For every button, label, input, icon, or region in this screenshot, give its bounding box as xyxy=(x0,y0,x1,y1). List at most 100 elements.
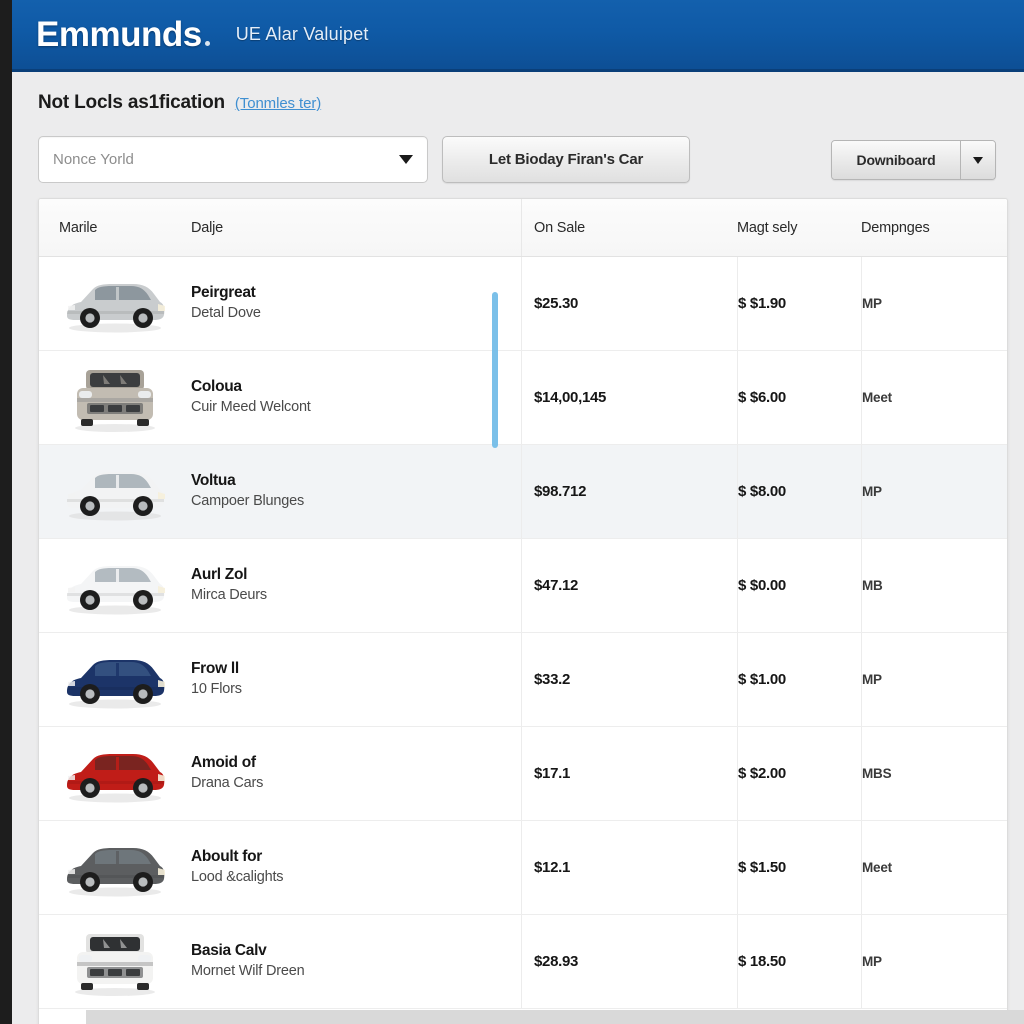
magt-sely-cell: $ $0.00 xyxy=(737,539,861,632)
download-dropdown-toggle[interactable] xyxy=(960,141,995,179)
brand-logo-text: Emmunds xyxy=(36,15,202,54)
vehicle-name-cell[interactable]: Aboult for Lood &calights xyxy=(191,821,521,914)
page-heading: Not Locls as1fication (Tonmles ter) xyxy=(38,92,321,114)
dempnges-cell: MP xyxy=(861,633,1007,726)
download-button-label[interactable]: Downiboard xyxy=(832,141,960,179)
dempnges-cell: MP xyxy=(861,915,1007,1008)
vehicle-name-cell[interactable]: Voltua Campoer Blunges xyxy=(191,445,521,538)
vehicle-detail: Detal Dove xyxy=(191,305,261,322)
table-row[interactable]: Coloua Cuir Meed Welcont $14,00,145 $ $6.00… xyxy=(39,351,1007,445)
vehicle-detail: Cuir Meed Welcont xyxy=(191,399,311,416)
vehicle-name-cell[interactable]: Coloua Cuir Meed Welcont xyxy=(191,351,521,444)
app-window: Emmunds UE Alar Valuipet Not Locls as1fi… xyxy=(0,0,1024,1024)
find-car-button[interactable]: Let Bioday Firan's Car xyxy=(442,136,690,183)
column-header-dempnges[interactable]: Dempnges xyxy=(861,199,1007,256)
vehicle-detail: Campoer Blunges xyxy=(191,493,305,510)
table-body: Peirgreat Detal Dove $25.30 $ $1.90 MP Colou… xyxy=(39,257,1007,1009)
table-row[interactable]: Peirgreat Detal Dove $25.30 $ $1.90 MP xyxy=(39,257,1007,351)
vehicle-name-cell[interactable]: Frow ll 10 Flors xyxy=(191,633,521,726)
vehicle-name-cell[interactable]: Aurl Zol Mirca Deurs xyxy=(191,539,521,632)
vehicle-name-cell[interactable]: Basia Calv Mornet Wilf Dreen xyxy=(191,915,521,1008)
on-sale-cell: $25.30 xyxy=(521,257,737,350)
vehicle-thumbnail-white-sedan-side-icon xyxy=(59,456,171,528)
magt-sely-value: $ $1.50 xyxy=(738,859,786,876)
vehicle-thumbnail-cell[interactable] xyxy=(39,257,191,350)
vehicle-name: Aurl Zol xyxy=(191,566,248,584)
vehicle-thumbnail-cell[interactable] xyxy=(39,445,191,538)
vehicle-name: Frow ll xyxy=(191,660,239,678)
vehicle-thumbnail-red-sedan-front-icon xyxy=(59,738,171,810)
vehicle-thumbnail-cell[interactable] xyxy=(39,539,191,632)
page-title-link[interactable]: (Tonmles ter) xyxy=(235,95,321,112)
dempnges-cell: MB xyxy=(861,539,1007,632)
location-select[interactable]: Nonce Yorld xyxy=(38,136,428,183)
controls-row: Nonce Yorld Let Bioday Firan's Car Downi… xyxy=(38,136,996,184)
table-header-row: Marile Dalje On Sale Magt sely Dempnges xyxy=(39,199,1007,257)
panel-bottom-shadow xyxy=(86,1010,1024,1024)
vehicle-thumbnail-white-suv-front-icon xyxy=(59,926,171,998)
table-row[interactable]: Amoid of Drana Cars $17.1 $ $2.00 MBS xyxy=(39,727,1007,821)
vehicle-detail: Lood &calights xyxy=(191,869,284,886)
magt-sely-value: $ $1.90 xyxy=(738,295,786,312)
brand-logo[interactable]: Emmunds xyxy=(36,17,210,52)
vertical-scrollbar-thumb[interactable] xyxy=(492,292,498,448)
on-sale-value: $25.30 xyxy=(534,295,579,312)
column-header-marile[interactable]: Marile xyxy=(39,220,191,236)
magt-sely-cell: $ $6.00 xyxy=(737,351,861,444)
vehicle-name: Aboult for xyxy=(191,848,263,866)
vehicle-thumbnail-blue-sedan-side-icon xyxy=(59,644,171,716)
table-row[interactable]: Frow ll 10 Flors $33.2 $ $1.00 MP xyxy=(39,633,1007,727)
vehicle-detail: Mirca Deurs xyxy=(191,587,267,604)
dempnges-value: Meet xyxy=(862,390,892,405)
dempnges-cell: Meet xyxy=(861,351,1007,444)
location-select-value: Nonce Yorld xyxy=(53,151,134,168)
dempnges-value: MP xyxy=(862,296,882,311)
chevron-down-icon xyxy=(973,156,983,164)
magt-sely-value: $ $8.00 xyxy=(738,483,786,500)
chevron-down-icon xyxy=(399,155,413,164)
table-row[interactable]: Aboult for Lood &calights $12.1 $ $1.50 Meet xyxy=(39,821,1007,915)
on-sale-cell: $98.712 xyxy=(521,445,737,538)
magt-sely-cell: $ $1.00 xyxy=(737,633,861,726)
table-row[interactable]: Voltua Campoer Blunges $98.712 $ $8.00 MP xyxy=(39,445,1007,539)
table-row[interactable]: Aurl Zol Mirca Deurs $47.12 $ $0.00 MB xyxy=(39,539,1007,633)
dempnges-cell: MBS xyxy=(861,727,1007,820)
magt-sely-value: $ $6.00 xyxy=(738,389,786,406)
magt-sely-cell: $ $8.00 xyxy=(737,445,861,538)
vehicle-name: Peirgreat xyxy=(191,284,256,302)
table-row[interactable]: Basia Calv Mornet Wilf Dreen $28.93 $ 18.50… xyxy=(39,915,1007,1009)
magt-sely-value: $ $0.00 xyxy=(738,577,786,594)
vehicle-thumbnail-silver-sedan-side-icon xyxy=(59,268,171,340)
vehicle-name: Voltua xyxy=(191,472,236,490)
column-header-dalje[interactable]: Dalje xyxy=(191,220,521,236)
vehicle-detail: Drana Cars xyxy=(191,775,264,792)
dempnges-value: MP xyxy=(862,954,882,969)
download-split-button[interactable]: Downiboard xyxy=(831,140,996,180)
vehicle-detail: 10 Flors xyxy=(191,681,242,698)
vehicle-name: Amoid of xyxy=(191,754,256,772)
vehicle-name-cell[interactable]: Peirgreat Detal Dove xyxy=(191,257,521,350)
vehicle-thumbnail-tan-suv-front-icon xyxy=(59,362,171,434)
vehicle-thumbnail-cell[interactable] xyxy=(39,727,191,820)
vehicle-thumbnail-cell[interactable] xyxy=(39,351,191,444)
vehicle-thumbnail-cell[interactable] xyxy=(39,821,191,914)
dempnges-value: MBS xyxy=(862,766,892,781)
column-header-magt-sely[interactable]: Magt sely xyxy=(737,199,861,256)
on-sale-value: $98.712 xyxy=(534,483,587,500)
vehicle-thumbnail-cell[interactable] xyxy=(39,915,191,1008)
vehicle-name-cell[interactable]: Amoid of Drana Cars xyxy=(191,727,521,820)
on-sale-cell: $28.93 xyxy=(521,915,737,1008)
dempnges-value: Meet xyxy=(862,860,892,875)
column-header-on-sale[interactable]: On Sale xyxy=(521,199,737,256)
magt-sely-value: $ 18.50 xyxy=(738,953,786,970)
on-sale-value: $47.12 xyxy=(534,577,579,594)
dempnges-cell: Meet xyxy=(861,821,1007,914)
on-sale-value: $28.93 xyxy=(534,953,579,970)
site-header: Emmunds UE Alar Valuipet xyxy=(12,0,1024,72)
vehicle-detail: Mornet Wilf Dreen xyxy=(191,963,305,980)
vehicle-thumbnail-gray-sedan-side-icon xyxy=(59,832,171,904)
magt-sely-value: $ $1.00 xyxy=(738,671,786,688)
vehicle-table-panel: Marile Dalje On Sale Magt sely Dempnges … xyxy=(38,198,1008,1024)
vehicle-thumbnail-cell[interactable] xyxy=(39,633,191,726)
header-tagline: UE Alar Valuipet xyxy=(235,24,369,44)
